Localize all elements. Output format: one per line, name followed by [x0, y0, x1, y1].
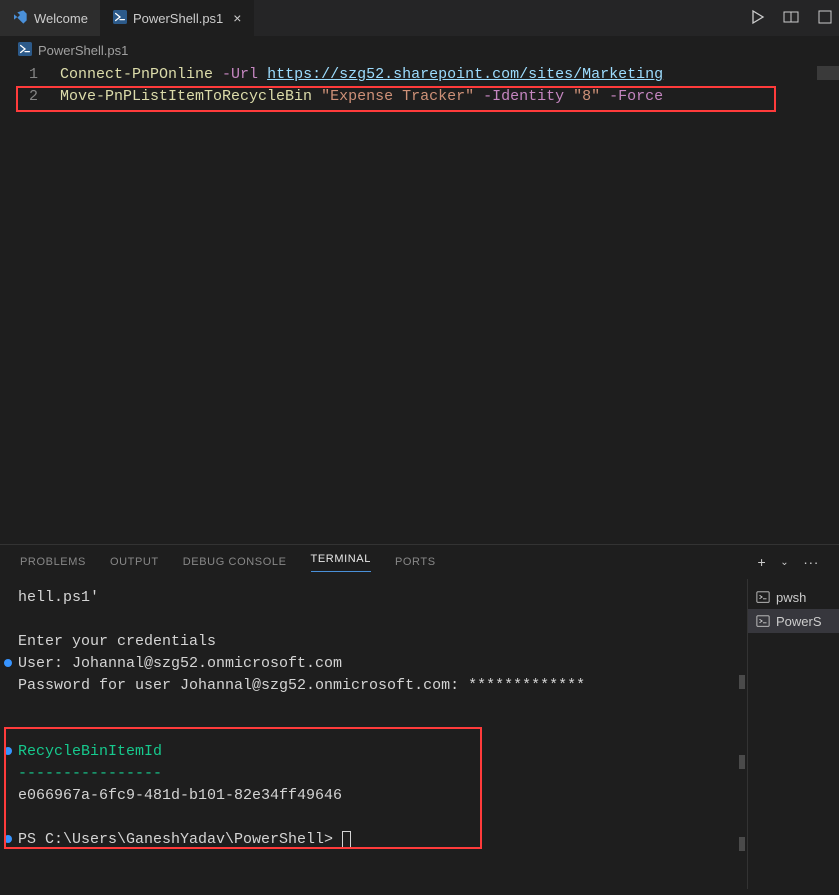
- terminal-line: hell.ps1': [18, 587, 729, 609]
- terminal-session-pwsh[interactable]: pwsh: [748, 585, 839, 609]
- terminal-prompt: PS C:\Users\GaneshYadav\PowerShell>: [18, 829, 729, 851]
- terminal-line: [18, 719, 729, 741]
- tab-output[interactable]: OUTPUT: [110, 556, 159, 568]
- close-icon[interactable]: ×: [233, 11, 241, 25]
- editor[interactable]: 1 Connect-PnPOnline -Url https://szg52.s…: [0, 64, 839, 544]
- new-terminal-icon[interactable]: +: [757, 554, 766, 570]
- tab-welcome-label: Welcome: [34, 11, 88, 26]
- scroll-marker: [739, 837, 745, 851]
- line-number: 2: [0, 86, 60, 108]
- scroll-marker: [739, 755, 745, 769]
- breadcrumb[interactable]: PowerShell.ps1: [0, 36, 839, 64]
- split-icon[interactable]: [783, 9, 799, 28]
- tab-ports[interactable]: PORTS: [395, 556, 436, 568]
- more-icon[interactable]: ···: [803, 554, 819, 570]
- terminal-line: User: Johannal@szg52.onmicrosoft.com: [18, 653, 729, 675]
- vscode-icon: [12, 9, 28, 28]
- status-dot-icon: [4, 747, 12, 755]
- terminal-icon: [756, 590, 770, 604]
- tab-powershell-label: PowerShell.ps1: [133, 11, 223, 26]
- terminal-line: Password for user Johannal@szg52.onmicro…: [18, 675, 729, 697]
- run-icon[interactable]: [749, 9, 765, 28]
- session-label: pwsh: [776, 590, 806, 605]
- terminal-line: e066967a-6fc9-481d-b101-82e34ff49646: [18, 785, 729, 807]
- terminal-line: [18, 697, 729, 719]
- panel-body: hell.ps1' Enter your credentials User: J…: [0, 579, 839, 889]
- code-line[interactable]: 1 Connect-PnPOnline -Url https://szg52.s…: [0, 64, 839, 86]
- powershell-icon: [18, 42, 32, 59]
- tab-problems[interactable]: PROBLEMS: [20, 556, 86, 568]
- line-number: 1: [0, 64, 60, 86]
- tab-terminal[interactable]: TERMINAL: [311, 553, 371, 572]
- chevron-down-icon[interactable]: ⌄: [780, 557, 789, 568]
- tab-actions: [749, 9, 839, 28]
- session-label: PowerS: [776, 614, 822, 629]
- terminal-line: RecycleBinItemId: [18, 741, 729, 763]
- terminal-session-powershell[interactable]: PowerS: [748, 609, 839, 633]
- tab-bar: Welcome PowerShell.ps1 ×: [0, 0, 839, 36]
- cursor: [342, 831, 351, 848]
- terminal[interactable]: hell.ps1' Enter your credentials User: J…: [0, 579, 747, 889]
- terminal-icon: [756, 614, 770, 628]
- other-icon[interactable]: [817, 9, 833, 28]
- terminal-sidebar: pwsh PowerS: [747, 579, 839, 889]
- terminal-line: [18, 609, 729, 631]
- powershell-icon: [113, 10, 127, 27]
- code-line[interactable]: 2 Move-PnPListItemToRecycleBin "Expense …: [0, 86, 839, 108]
- terminal-line: ----------------: [18, 763, 729, 785]
- panel-tabs: PROBLEMS OUTPUT DEBUG CONSOLE TERMINAL P…: [0, 545, 839, 579]
- tab-debug-console[interactable]: DEBUG CONSOLE: [183, 556, 287, 568]
- tab-powershell[interactable]: PowerShell.ps1 ×: [101, 0, 255, 36]
- panel: PROBLEMS OUTPUT DEBUG CONSOLE TERMINAL P…: [0, 544, 839, 889]
- minimap[interactable]: [817, 66, 839, 80]
- breadcrumb-label: PowerShell.ps1: [38, 43, 128, 58]
- terminal-line: [18, 807, 729, 829]
- status-dot-icon: [4, 835, 12, 843]
- tab-welcome[interactable]: Welcome: [0, 0, 101, 36]
- terminal-line: Enter your credentials: [18, 631, 729, 653]
- status-dot-icon: [4, 659, 12, 667]
- panel-actions: + ⌄ ···: [757, 554, 819, 570]
- scroll-marker: [739, 675, 745, 689]
